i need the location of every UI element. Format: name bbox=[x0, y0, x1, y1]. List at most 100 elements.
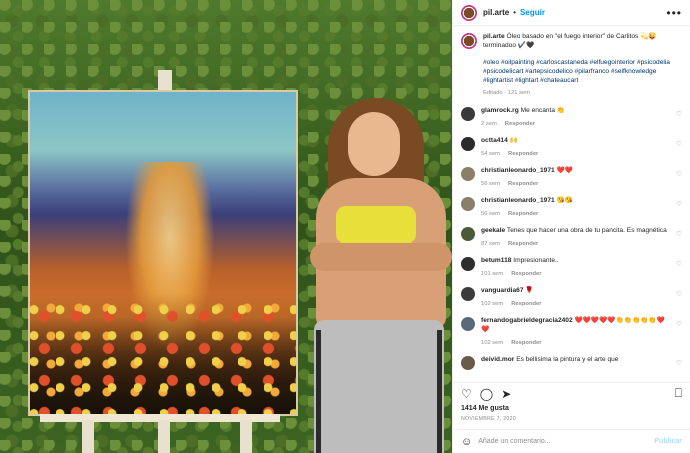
post-date: NOVIEMBRE 7, 2020 bbox=[461, 416, 516, 422]
avatar[interactable] bbox=[461, 4, 477, 21]
likes-count[interactable]: 1414 Me gusta bbox=[461, 405, 509, 412]
follow-button[interactable]: Seguir bbox=[520, 8, 545, 17]
comment-like-icon[interactable]: ♡ bbox=[676, 230, 682, 249]
emoji-icon[interactable]: ☺ bbox=[461, 436, 472, 448]
comment-input[interactable]: Añade un comentario... bbox=[478, 438, 550, 445]
face bbox=[348, 112, 400, 176]
comment-like-icon[interactable]: ♡ bbox=[676, 200, 682, 219]
easel-leg-left bbox=[82, 420, 94, 453]
comment-username[interactable]: deivid.mor bbox=[481, 356, 514, 363]
reply-button[interactable]: Responder bbox=[511, 271, 541, 277]
comment-like-icon[interactable]: ♡ bbox=[676, 170, 682, 189]
comment-item: deivid.mor Es bellisima la pintura y el … bbox=[461, 355, 682, 378]
crossed-arms bbox=[310, 243, 452, 271]
comment-time: 102 sem bbox=[481, 340, 504, 346]
comments-list[interactable]: pil.arte Óleo basado en "el fuego interi… bbox=[453, 26, 690, 378]
comment-text: Me encanta 👏 bbox=[520, 107, 566, 114]
caption-avatar[interactable] bbox=[461, 33, 477, 49]
easel-leg-center bbox=[158, 420, 170, 453]
comment-username[interactable]: geekale bbox=[481, 227, 505, 234]
reply-button[interactable]: Responder bbox=[511, 301, 541, 307]
add-comment-bar: ☺ Añade un comentario... Publicar bbox=[453, 429, 690, 453]
post-header: pil.arte • Seguir ••• bbox=[453, 0, 690, 26]
reply-button[interactable]: Responder bbox=[508, 211, 538, 217]
action-bar: ♡ ◯ ➤ ⎕ bbox=[453, 382, 690, 404]
comment-item: betum118 Impresionante.. 101 sem Responder… bbox=[461, 256, 682, 279]
comment-avatar[interactable] bbox=[461, 257, 475, 271]
comment-avatar[interactable] bbox=[461, 107, 475, 121]
comment-username[interactable]: glamrock.rg bbox=[481, 107, 519, 114]
post-view: pil.arte • Seguir ••• pil.arte Óleo basa… bbox=[0, 0, 690, 453]
comment-time: 102 sem bbox=[481, 301, 504, 307]
comment-like-icon[interactable]: ♡ bbox=[676, 320, 682, 348]
comment-time: 56 sem bbox=[481, 181, 501, 187]
comment-username[interactable]: christianleonardo_1971 bbox=[481, 197, 555, 204]
comment-username[interactable]: betum118 bbox=[481, 257, 511, 264]
bikini bbox=[336, 206, 416, 244]
comment-like-icon[interactable]: ♡ bbox=[676, 260, 682, 279]
painting-flowers bbox=[30, 294, 296, 414]
caption: pil.arte Óleo basado en "el fuego interi… bbox=[461, 32, 682, 98]
more-options-icon[interactable]: ••• bbox=[666, 6, 682, 20]
comment-item: fernandogabrieldegracia2402 ❤️❤️❤️❤️❤️👏👏… bbox=[461, 316, 682, 348]
header-username[interactable]: pil.arte bbox=[483, 8, 509, 17]
comment-text: Impresionante.. bbox=[513, 257, 559, 264]
comment-avatar[interactable] bbox=[461, 167, 475, 181]
comment-time: 54 sem bbox=[481, 151, 501, 157]
comment-username[interactable]: christianleonardo_1971 bbox=[481, 167, 555, 174]
comment-time: 87 sem bbox=[481, 241, 501, 247]
comment-like-icon[interactable]: ♡ bbox=[676, 359, 682, 378]
publish-button[interactable]: Publicar bbox=[654, 438, 682, 445]
post-image[interactable] bbox=[0, 0, 452, 453]
caption-text: Óleo basado en "el fuego interior" de Ca… bbox=[483, 33, 657, 49]
post-panel: pil.arte • Seguir ••• pil.arte Óleo basa… bbox=[452, 0, 690, 453]
share-icon[interactable]: ➤ bbox=[501, 387, 511, 401]
comment-username[interactable]: fernandogabrieldegracia2402 bbox=[481, 317, 573, 324]
reply-button[interactable]: Responder bbox=[511, 340, 541, 346]
comment-text: ❤️❤️ bbox=[556, 167, 573, 174]
comment-item: octta414 🙌 54 sem Responder ♡ bbox=[461, 136, 682, 159]
pants bbox=[314, 320, 444, 453]
comment-like-icon[interactable]: ♡ bbox=[676, 290, 682, 309]
comment-avatar[interactable] bbox=[461, 356, 475, 370]
comment-item: vanguardia67 🌹 102 sem Responder ♡ bbox=[461, 286, 682, 309]
comment-like-icon[interactable]: ♡ bbox=[676, 140, 682, 159]
caption-username[interactable]: pil.arte bbox=[483, 33, 505, 40]
comment-avatar[interactable] bbox=[461, 227, 475, 241]
comment-avatar[interactable] bbox=[461, 317, 475, 331]
comment-time: 2 sem bbox=[481, 121, 497, 127]
comment-item: christianleonardo_1971 ❤️❤️ 56 sem Respond… bbox=[461, 166, 682, 189]
reply-button[interactable]: Responder bbox=[508, 241, 538, 247]
pants-stripe-left bbox=[316, 330, 321, 453]
comment-username[interactable]: octta414 bbox=[481, 137, 508, 144]
comment-icon[interactable]: ◯ bbox=[480, 387, 493, 401]
comment-text: Es bellisima la pintura y el arte que bbox=[516, 356, 619, 363]
comment-avatar[interactable] bbox=[461, 287, 475, 301]
comment-item: christianleonardo_1971 😘😘 56 sem Responder… bbox=[461, 196, 682, 219]
comment-avatar[interactable] bbox=[461, 137, 475, 151]
comment-time: 101 sem bbox=[481, 271, 504, 277]
header-separator: • bbox=[513, 8, 517, 17]
caption-hashtags[interactable]: #oleo #oilpainting #carloscastaneda #elf… bbox=[483, 58, 682, 85]
easel-leg-right bbox=[240, 420, 252, 453]
comment-text: 😘😘 bbox=[556, 197, 573, 204]
comment-item: geekale Tenes que hacer una obra de tu p… bbox=[461, 226, 682, 249]
reply-button[interactable]: Responder bbox=[505, 121, 535, 127]
comment-avatar[interactable] bbox=[461, 197, 475, 211]
comment-username[interactable]: vanguardia67 bbox=[481, 287, 524, 294]
person bbox=[306, 98, 452, 453]
comment-text: 🌹 bbox=[525, 287, 534, 294]
bookmark-icon[interactable]: ⎕ bbox=[675, 386, 682, 401]
comment-time: 56 sem bbox=[481, 211, 501, 217]
painting bbox=[30, 92, 296, 414]
comment-item: glamrock.rg Me encanta 👏 2 sem Responder ♡ bbox=[461, 106, 682, 129]
caption-meta: Editado · 121 sem bbox=[483, 90, 531, 96]
comment-entries: glamrock.rg Me encanta 👏 2 sem Responder ♡ o… bbox=[461, 106, 682, 378]
comment-text: Tenes que hacer una obra de tu pancita. … bbox=[506, 227, 667, 234]
pants-stripe-right bbox=[437, 330, 442, 453]
comment-like-icon[interactable]: ♡ bbox=[676, 110, 682, 129]
comment-text: 🙌 bbox=[509, 137, 518, 144]
reply-button[interactable]: Responder bbox=[508, 151, 538, 157]
heart-icon[interactable]: ♡ bbox=[461, 387, 472, 401]
reply-button[interactable]: Responder bbox=[508, 181, 538, 187]
